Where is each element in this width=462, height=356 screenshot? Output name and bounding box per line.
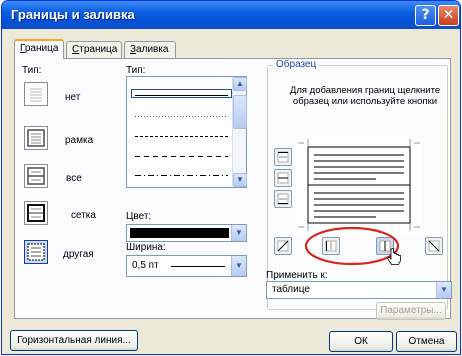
preset-all-label[interactable]: все <box>66 173 82 184</box>
line-style-dashed-fine[interactable] <box>131 131 232 138</box>
color-swatch <box>130 228 229 238</box>
borders-and-shading-dialog: Границы и заливка ? ✕ Граница Страница З… <box>1 0 461 355</box>
border-grid-icon[interactable] <box>24 201 48 225</box>
apply-to-label: Применить к: <box>266 270 328 281</box>
apply-to-value: таблице <box>272 284 310 295</box>
chevron-down-icon[interactable]: ▼ <box>436 282 451 298</box>
border-box-icon[interactable] <box>24 126 48 150</box>
width-line-sample <box>171 266 225 267</box>
apply-to-combo[interactable]: таблице ▼ <box>266 281 452 299</box>
border-top-button[interactable] <box>274 148 292 166</box>
preset-none-label[interactable]: нет <box>65 92 80 103</box>
preview-sample[interactable] <box>296 135 422 235</box>
line-style-label: Тип: <box>126 65 146 76</box>
title-bar[interactable]: Границы и заливка ? ✕ <box>2 1 460 29</box>
preset-box-label[interactable]: рамка <box>65 135 93 146</box>
type-label: Тип: <box>22 65 42 76</box>
close-button[interactable]: ✕ <box>438 5 459 26</box>
scroll-thumb[interactable] <box>233 95 247 129</box>
parameters-button[interactable]: Параметры... <box>376 302 446 320</box>
chevron-down-icon[interactable]: ▼ <box>231 225 246 241</box>
line-style-dash-dot[interactable] <box>131 170 232 177</box>
border-none-icon[interactable] <box>24 82 48 106</box>
line-style-solid[interactable] <box>131 89 232 98</box>
horizontal-line-button[interactable]: Горизонтальная линия... <box>10 330 138 351</box>
preview-label: Образец <box>273 59 320 70</box>
scroll-up-icon[interactable]: ▲ <box>233 77 247 91</box>
scroll-down-icon[interactable]: ▼ <box>233 173 247 187</box>
tab-page[interactable]: Страница <box>66 41 122 58</box>
width-label: Ширина: <box>126 242 166 253</box>
chevron-down-icon[interactable]: ▼ <box>231 256 246 276</box>
line-style-dotted[interactable] <box>131 111 232 118</box>
hand-cursor-icon <box>387 248 401 265</box>
line-style-scrollbar[interactable]: ▲ ▼ <box>232 77 247 187</box>
tab-panel-border: Тип: нет рамка все сетка другая Тип: ▲ ▼… <box>14 58 452 320</box>
cancel-button[interactable]: Отмена <box>396 331 457 352</box>
ok-button[interactable]: ОК <box>329 331 393 352</box>
window-title: Границы и заливка <box>11 7 135 22</box>
border-bottom-button[interactable] <box>274 190 292 208</box>
width-value: 0,5 пт <box>132 260 159 271</box>
color-combo[interactable]: ▼ <box>126 224 247 242</box>
preview-hint: Для добавления границ щелкните образец и… <box>289 85 441 107</box>
diagonal-down-button[interactable] <box>425 237 443 255</box>
preset-grid-label[interactable]: сетка <box>71 210 96 221</box>
border-all-icon[interactable] <box>24 164 48 188</box>
tab-border[interactable]: Граница <box>14 39 64 59</box>
help-button[interactable]: ? <box>415 5 436 26</box>
preset-custom-label[interactable]: другая <box>63 249 94 260</box>
line-style-dashed[interactable] <box>131 151 232 158</box>
color-label: Цвет: <box>126 211 152 222</box>
diagonal-up-button[interactable] <box>274 237 292 255</box>
border-custom-icon[interactable] <box>24 240 48 264</box>
tab-shading[interactable]: Заливка <box>124 41 176 58</box>
tab-shading-label: аливка <box>136 44 169 55</box>
tab-border-label: раница <box>24 43 59 54</box>
tab-page-label: траница <box>79 44 118 55</box>
line-style-list[interactable]: ▲ ▼ <box>126 76 247 188</box>
border-inside-horizontal-button[interactable] <box>274 169 292 187</box>
width-combo[interactable]: 0,5 пт ▼ <box>126 255 247 277</box>
